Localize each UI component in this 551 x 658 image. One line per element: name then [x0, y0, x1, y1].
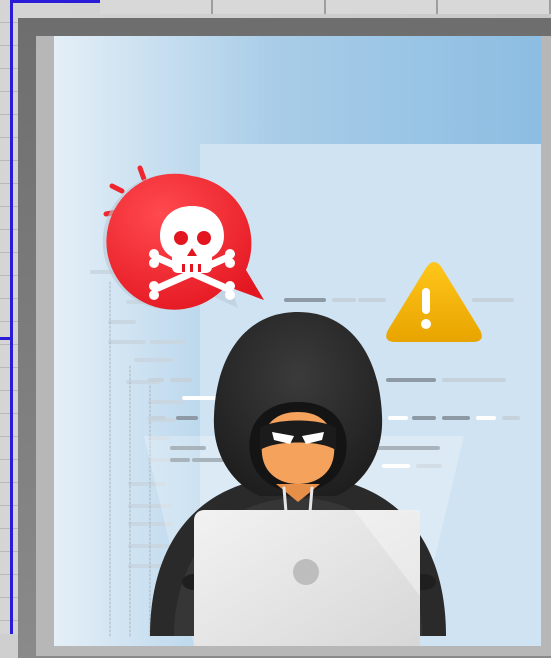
column-header-cells	[100, 0, 551, 14]
laptop	[194, 510, 420, 646]
illustration-svg	[54, 36, 541, 646]
hacker-illustration	[54, 36, 541, 646]
selection-edge	[10, 340, 13, 634]
